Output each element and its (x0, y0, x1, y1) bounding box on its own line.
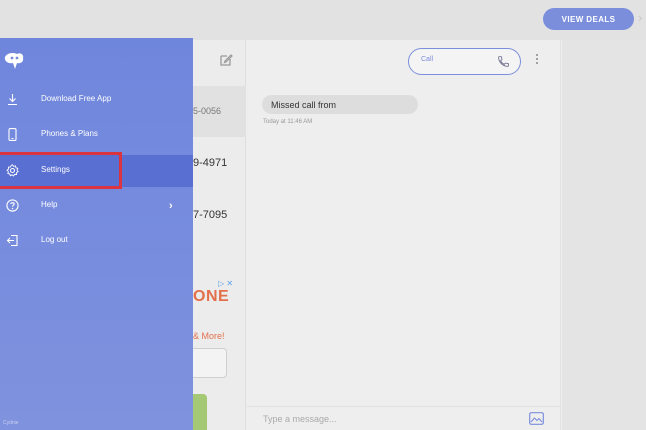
settings-highlight-box (0, 152, 122, 189)
phone-icon (498, 56, 509, 67)
message-input[interactable]: Type a message... (263, 414, 337, 424)
dismiss-deals-icon[interactable]: › (638, 10, 642, 26)
compose-icon[interactable] (218, 52, 234, 68)
image-icon[interactable] (529, 412, 544, 425)
view-deals-button[interactable]: VIEW DEALS (543, 8, 634, 30)
drawer-footer-text: Cydnie (3, 420, 19, 426)
download-icon (8, 94, 17, 106)
menu-item-help[interactable]: Help › (0, 190, 193, 222)
menu-item-phones-plans[interactable]: Phones & Plans (0, 119, 193, 151)
message-bubble: Missed call from (262, 95, 418, 114)
more-options-icon[interactable] (535, 54, 539, 68)
menu-item-label: Download Free App (41, 94, 112, 103)
menu-item-log-out[interactable]: Log out (0, 225, 193, 257)
chevron-right-icon: › (169, 200, 173, 212)
message-timestamp: Today at 11:46 AM (263, 119, 313, 125)
navigation-drawer: Download Free App Phones & Plans Setting… (0, 38, 193, 430)
menu-item-label: Log out (41, 235, 68, 244)
conversation-number[interactable]: 9-4971 (193, 157, 227, 169)
menu-item-label: Help (41, 200, 58, 209)
menu-item-download-free-app[interactable]: Download Free App (0, 84, 193, 116)
ad-choices-icon[interactable]: ▷ ✕ (218, 279, 233, 288)
conversation-number[interactable]: 5-0056 (193, 106, 221, 116)
ad-more-text[interactable]: & More! (193, 331, 225, 341)
call-button[interactable]: Call (408, 48, 521, 75)
phone-device-icon (8, 128, 17, 141)
call-label: Call (421, 56, 434, 63)
ad-headline[interactable]: ONE (193, 288, 229, 306)
help-icon (6, 199, 19, 212)
logout-icon (6, 234, 18, 247)
conversation-number[interactable]: 7-7095 (193, 209, 227, 221)
right-panel (562, 40, 646, 430)
app-logo-icon (4, 53, 24, 69)
menu-item-label: Phones & Plans (41, 129, 98, 138)
